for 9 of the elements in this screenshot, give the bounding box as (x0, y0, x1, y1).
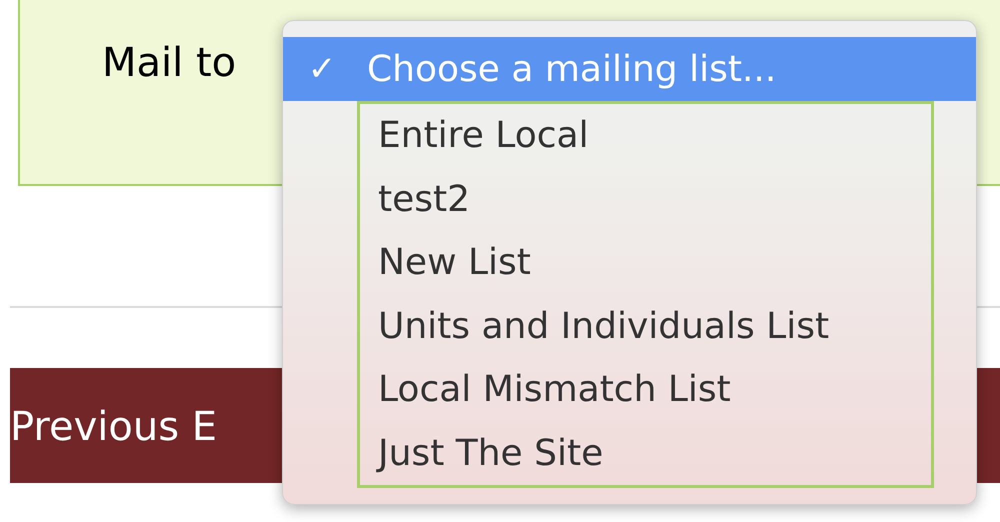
menu-item[interactable]: Just The Site (360, 422, 931, 485)
checkmark-icon: ✓ (287, 49, 357, 89)
field-label: Mail to (102, 40, 236, 86)
menu-item[interactable]: test2 (360, 168, 931, 231)
section-title: Previous E (10, 404, 218, 450)
menu-item[interactable]: Units and Individuals List (360, 294, 931, 358)
menu-item[interactable]: Local Mismatch List (360, 358, 931, 422)
menu-item[interactable]: New List (360, 231, 931, 294)
menu-item[interactable]: Entire Local (360, 104, 931, 168)
